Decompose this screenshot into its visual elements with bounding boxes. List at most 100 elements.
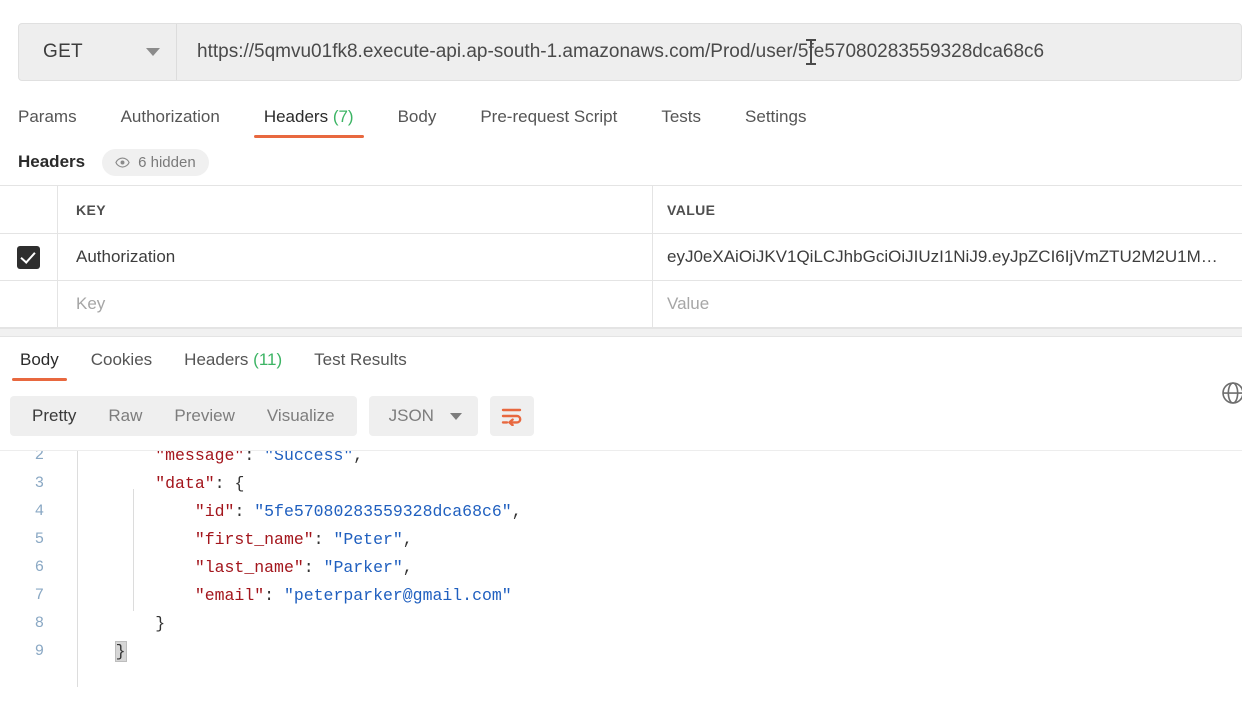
header-checkbox-cell	[0, 186, 57, 233]
globe-button[interactable]	[1220, 380, 1242, 411]
header-enabled-checkbox[interactable]	[17, 246, 40, 269]
json-punct: ,	[353, 450, 363, 465]
json-punct	[76, 450, 155, 465]
json-string: "5fe57080283559328dca68c6"	[254, 502, 511, 521]
json-punct: ,	[403, 558, 413, 577]
line-number: 7	[0, 586, 62, 604]
tab-pre-request-script[interactable]: Pre-request Script	[480, 107, 617, 138]
json-punct: :	[244, 450, 264, 465]
view-mode-pretty[interactable]: Pretty	[16, 406, 92, 426]
json-punct: }	[116, 642, 126, 661]
response-tab-headers[interactable]: Headers (11)	[184, 350, 282, 381]
json-punct	[76, 530, 195, 549]
line-number: 6	[0, 558, 62, 576]
json-key: "first_name"	[195, 530, 314, 549]
tab-body[interactable]: Body	[398, 107, 437, 138]
json-string: "Peter"	[333, 530, 402, 549]
eye-icon	[115, 155, 130, 170]
headers-subheader: Headers 6 hidden	[0, 139, 1242, 185]
json-punct	[76, 474, 155, 493]
row-checkbox-cell	[0, 234, 57, 280]
response-tabs-bar: Body Cookies Headers (11) Test Results	[0, 337, 1242, 381]
response-tab-cookies[interactable]: Cookies	[91, 350, 152, 381]
header-value-text: eyJ0eXAiOiJKV1QiLCJhbGciOiJIUzI1NiJ9.eyJ…	[667, 247, 1218, 267]
word-wrap-icon	[501, 406, 523, 426]
row-key-cell[interactable]: Authorization	[57, 234, 653, 280]
url-text: https://5qmvu01fk8.execute-api.ap-south-…	[197, 41, 1044, 63]
json-punct: :	[234, 502, 254, 521]
json-punct: :	[264, 586, 284, 605]
new-value-cell[interactable]: Value	[653, 281, 1242, 327]
headers-table: KEY VALUE Authorization eyJ0eXAiOiJKV1Qi…	[0, 185, 1242, 328]
json-key: "message"	[155, 450, 244, 465]
line-number: 9	[0, 642, 62, 660]
tab-tests[interactable]: Tests	[661, 107, 701, 138]
hidden-headers-label: 6 hidden	[138, 154, 196, 171]
http-method-select[interactable]: GET	[19, 24, 177, 80]
json-string: "Success"	[264, 450, 353, 465]
new-value-placeholder: Value	[667, 294, 709, 314]
json-line-code: "data": {	[62, 474, 244, 493]
view-mode-visualize[interactable]: Visualize	[251, 406, 351, 426]
tab-label: Test Results	[314, 350, 407, 369]
tab-label: Params	[18, 107, 77, 126]
tab-count-badge: (7)	[333, 107, 354, 126]
table-header-row: KEY VALUE	[0, 186, 1242, 234]
globe-icon	[1220, 380, 1242, 406]
tab-headers[interactable]: Headers (7)	[264, 107, 354, 138]
tab-label: Cookies	[91, 350, 152, 369]
request-tabs: Params Authorization Headers (7) Body Pr…	[0, 94, 1242, 139]
json-line: 8 }	[0, 609, 1242, 637]
line-number: 8	[0, 614, 62, 632]
json-punct	[76, 502, 195, 521]
json-punct: :	[304, 558, 324, 577]
json-punct	[76, 642, 116, 661]
hidden-headers-toggle[interactable]: 6 hidden	[102, 149, 209, 176]
response-tab-test-results[interactable]: Test Results	[314, 350, 407, 381]
json-line-code: "id": "5fe57080283559328dca68c6",	[62, 502, 522, 521]
view-mode-raw[interactable]: Raw	[92, 406, 158, 426]
new-key-cell[interactable]: Key	[57, 281, 653, 327]
text-cursor-icon	[810, 39, 812, 65]
language-select[interactable]: JSON	[369, 396, 478, 436]
row-value-cell[interactable]: eyJ0eXAiOiJKV1QiLCJhbGciOiJIUzI1NiJ9.eyJ…	[653, 234, 1242, 280]
empty-checkbox-cell	[0, 281, 57, 327]
new-key-placeholder: Key	[76, 294, 105, 314]
json-key: "id"	[195, 502, 235, 521]
headers-section-title: Headers	[18, 152, 85, 172]
tab-label: Headers	[264, 107, 328, 126]
tab-label: Body	[20, 350, 59, 369]
word-wrap-button[interactable]	[490, 396, 534, 436]
tab-label: Body	[398, 107, 437, 126]
json-line-code: }	[62, 642, 126, 661]
json-line-code: "email": "peterparker@gmail.com"	[62, 586, 512, 605]
json-key: "last_name"	[195, 558, 304, 577]
tab-settings[interactable]: Settings	[745, 107, 806, 138]
table-row-empty: Key Value	[0, 281, 1242, 328]
json-punct	[76, 586, 195, 605]
table-row: Authorization eyJ0eXAiOiJKV1QiLCJhbGciOi…	[0, 234, 1242, 281]
tab-authorization[interactable]: Authorization	[121, 107, 220, 138]
json-line: 2 "message": "Success",	[0, 450, 1242, 469]
json-key: "email"	[195, 586, 264, 605]
json-line-code: }	[62, 614, 165, 633]
chevron-down-icon	[450, 413, 462, 420]
url-input[interactable]: https://5qmvu01fk8.execute-api.ap-south-…	[177, 24, 1241, 80]
json-line: 9 }	[0, 637, 1242, 665]
pane-divider[interactable]	[0, 328, 1242, 337]
response-tab-body[interactable]: Body	[20, 350, 59, 381]
json-punct: :	[314, 530, 334, 549]
tab-label: Pre-request Script	[480, 107, 617, 126]
view-mode-preview[interactable]: Preview	[158, 406, 250, 426]
line-number: 4	[0, 502, 62, 520]
tab-params[interactable]: Params	[18, 107, 77, 138]
json-line-code: "message": "Success",	[62, 450, 363, 465]
json-punct: }	[76, 614, 165, 633]
language-label: JSON	[389, 406, 434, 426]
header-key-text: Authorization	[76, 247, 175, 267]
tab-label: Headers	[184, 350, 248, 369]
json-line: 3 "data": {	[0, 469, 1242, 497]
json-string: "peterparker@gmail.com"	[284, 586, 512, 605]
response-body-viewer[interactable]: 2 "message": "Success",3 "data": { 4 "id"…	[0, 450, 1242, 687]
column-header-key: KEY	[76, 202, 106, 218]
